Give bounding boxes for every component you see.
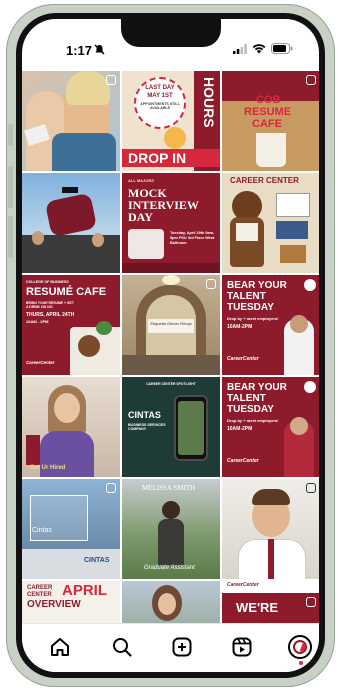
post-text: 10AM-2PM (227, 426, 253, 432)
post-text: BEAR YOUR (227, 382, 287, 393)
wifi-icon (252, 43, 266, 53)
post-tile[interactable] (222, 479, 319, 579)
post-text: CareerCenter (227, 458, 259, 464)
phone-frame: 1:17 LAST DAY MAY 1ST APPOINTMENTS STILL… (6, 4, 335, 687)
post-text: BRING YOUR RESUME + GET A DRINK ON US! (26, 301, 74, 310)
bell-silent-icon (94, 44, 105, 55)
reel-icon (106, 75, 116, 85)
post-tile[interactable]: Etiquette Dinner Recap (122, 275, 220, 375)
post-text: APPOINTMENTS STILL AVAILABLE (140, 102, 180, 110)
post-tile[interactable] (122, 581, 220, 623)
reel-icon (206, 279, 216, 289)
post-text: CareerCenter (227, 356, 259, 362)
post-text: Tuesday, April 29th 9am-5pm PSU 3rd Floo… (170, 231, 215, 245)
post-text: 10AM - 2PM (26, 319, 49, 324)
profile-post-grid: LAST DAY MAY 1ST APPOINTMENTS STILL AVAI… (22, 71, 319, 623)
signal-icon (233, 43, 247, 54)
post-text: DAY (128, 210, 153, 224)
post-text: Graduate Assistant (144, 565, 195, 571)
post-text: WE'RE (236, 600, 279, 615)
post-text: TALENT (227, 291, 266, 302)
post-text: CAREER CENTER SPOTLIGHT (146, 382, 196, 386)
post-text: TUESDAY (227, 404, 274, 415)
mute-switch (8, 124, 13, 146)
battery-icon (271, 43, 293, 54)
post-text: CareerCenter (227, 582, 259, 588)
post-text: TALENT (227, 393, 266, 404)
reel-icon (306, 75, 316, 85)
post-text: COB (256, 94, 281, 106)
post-tile[interactable]: COB RESUME CAFE (222, 71, 319, 171)
notch (121, 19, 221, 47)
post-text: DROP IN (128, 150, 187, 166)
post-text: THURS, APRIL 24TH (26, 312, 75, 318)
volume-up-button (8, 166, 13, 208)
post-tile[interactable]: MELISSA SMITH Graduate Assistant (122, 479, 220, 579)
post-text: BEAR YOUR (227, 280, 287, 291)
reel-icon (106, 483, 116, 493)
post-text: Etiquette Dinner Recap (150, 321, 192, 326)
post-text: MELISSA SMITH (142, 484, 196, 492)
post-text: RESUME (244, 106, 292, 118)
post-text: LAST DAY (145, 85, 175, 91)
post-tile[interactable]: LAST DAY MAY 1ST APPOINTMENTS STILL AVAI… (122, 71, 220, 171)
status-time: 1:17 (66, 43, 93, 58)
post-tile[interactable] (22, 173, 120, 273)
post-tile[interactable]: BEAR YOUR TALENT TUESDAY Drop by + meet … (222, 275, 319, 375)
post-text: RESUMÉ CAFE (26, 286, 107, 298)
bottom-nav (22, 623, 319, 672)
create-post-icon[interactable] (170, 635, 194, 659)
post-text: CINTAS (128, 410, 161, 420)
search-icon[interactable] (110, 635, 134, 659)
post-tile[interactable]: CAREER CENTER SPOTLIGHT CINTAS BUSINESS … (122, 377, 220, 477)
home-icon[interactable] (48, 635, 72, 659)
volume-down-button (8, 216, 13, 258)
post-text: Cintas (32, 527, 52, 534)
post-text: Drop by + meet employers! (227, 316, 279, 321)
post-text: COLLEGE OF BUSINESS (26, 280, 69, 284)
post-tile[interactable]: Cintas CINTAS (22, 479, 120, 579)
post-text: MAY 1ST (147, 93, 173, 99)
post-tile[interactable]: COLLEGE OF BUSINESS RESUMÉ CAFE BRING YO… (22, 275, 120, 375)
post-text: CAFE (252, 118, 282, 130)
post-text: HOURS (201, 77, 217, 128)
post-text: CINTAS (84, 557, 110, 564)
post-tile[interactable]: Get Ur Hired (22, 377, 120, 477)
post-tile[interactable]: CAREER CENTER APRIL OVERVIEW (22, 581, 120, 623)
post-text: Get Ur Hired (30, 465, 66, 471)
post-tile[interactable]: CAREER CENTER (222, 173, 319, 273)
status-bar: 1:17 (22, 19, 319, 71)
post-text: CareerCenter (26, 360, 55, 365)
post-text: ALL MAJORS (128, 178, 154, 183)
screen: 1:17 LAST DAY MAY 1ST APPOINTMENTS STILL… (22, 19, 319, 672)
post-text: Drop by + meet employers! (227, 418, 279, 423)
post-text: CAREER CENTER (230, 176, 299, 185)
post-text: 10AM-2PM (227, 324, 253, 330)
post-tile[interactable]: ALL MAJORS MOCK INTERVIEW DAY Tuesday, A… (122, 173, 220, 273)
post-text: APRIL (62, 582, 107, 599)
post-text: BUSINESS SERVICES COMPANY (128, 423, 166, 432)
post-tile[interactable] (22, 71, 120, 171)
post-text: OVERVIEW (27, 599, 81, 610)
reels-icon[interactable] (230, 635, 254, 659)
post-text: CENTER (27, 592, 52, 598)
post-text: CAREER (27, 585, 53, 591)
profile-avatar[interactable] (288, 635, 312, 659)
post-tile[interactable]: CareerCenter WE'RE (222, 581, 319, 623)
notification-dot (299, 661, 303, 665)
post-text: TUESDAY (227, 302, 274, 313)
post-tile[interactable]: BEAR YOUR TALENT TUESDAY Drop by + meet … (222, 377, 319, 477)
reel-icon (306, 483, 316, 493)
